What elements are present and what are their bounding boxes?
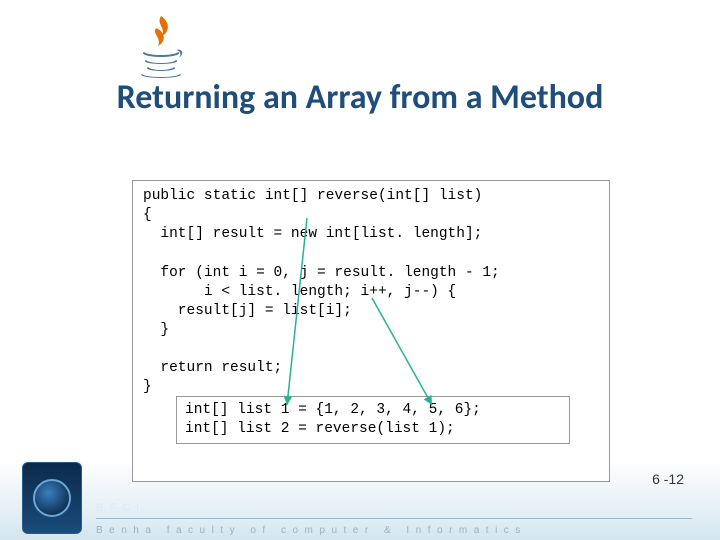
- java-logo-icon: [136, 14, 186, 78]
- code-block-sub: int[] list 1 = {1, 2, 3, 4, 5, 6}; int[]…: [176, 396, 570, 444]
- page-number: 6 -12: [652, 471, 684, 487]
- footer: BFCI Benha faculty of computer & Informa…: [0, 490, 720, 540]
- footer-acronym: BFCI: [96, 502, 145, 514]
- footer-text: Benha faculty of computer & Informatics: [96, 525, 527, 536]
- slide-title: Returning an Array from a Method: [0, 78, 720, 117]
- footer-badge-icon: [22, 462, 82, 534]
- footer-divider: [96, 518, 692, 519]
